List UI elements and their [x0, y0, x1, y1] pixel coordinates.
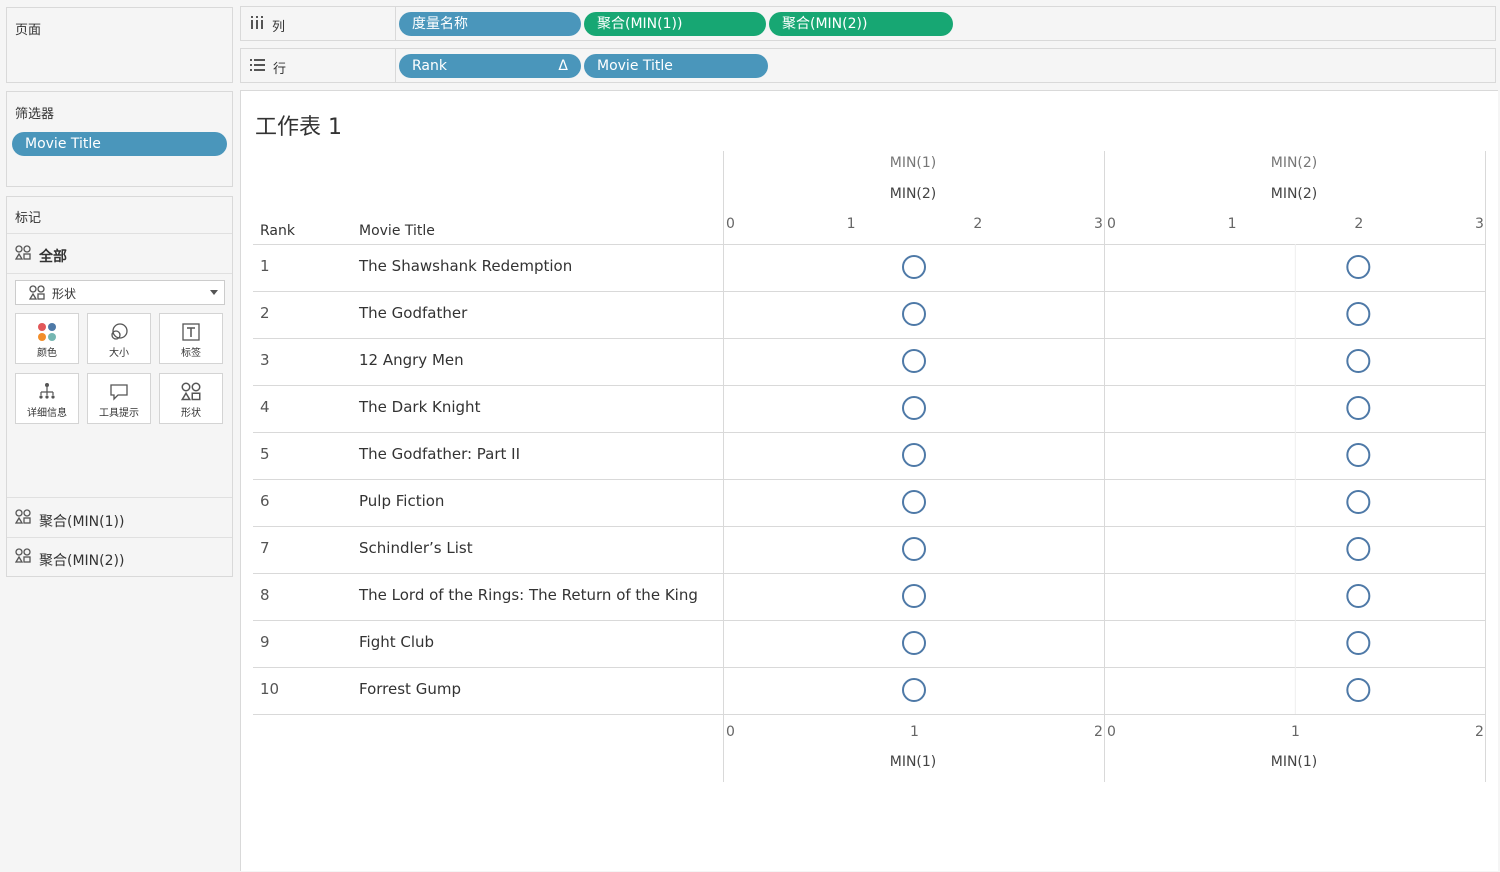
- chevron-down-icon: [210, 290, 218, 295]
- mark-detail-button[interactable]: 详细信息: [15, 373, 79, 424]
- circle-mark[interactable]: [902, 443, 926, 467]
- mark-size-label: 大小: [109, 348, 129, 359]
- mark-detail-label: 详细信息: [27, 408, 67, 419]
- rows-pill-rank[interactable]: Rank Δ: [399, 54, 581, 78]
- circle-mark[interactable]: [902, 396, 926, 420]
- circle-mark[interactable]: [1346, 396, 1371, 420]
- pages-panel[interactable]: 页面: [6, 7, 233, 83]
- circle-mark[interactable]: [1346, 678, 1371, 702]
- mark-size-button[interactable]: 大小: [87, 313, 151, 364]
- columns-pill-min1[interactable]: 聚合(MIN(1)): [584, 12, 766, 36]
- rows-shelf-label: 行: [273, 62, 287, 77]
- mark-label-label: 标签: [181, 348, 201, 359]
- bottom-axis-tick: 1: [910, 724, 919, 740]
- bottom-axis-tick: 2: [1094, 724, 1103, 740]
- circle-mark[interactable]: [1346, 302, 1371, 326]
- mark-shape-button[interactable]: 形状: [159, 373, 223, 424]
- marks-panel[interactable]: 标记 全部 形状 颜色 大小 标签 详细信息 工具提示 形状 聚合(MIN(1)…: [6, 196, 233, 577]
- bottom-axis-tick: 1: [1291, 724, 1300, 740]
- filter-pill-movie-title[interactable]: Movie Title: [12, 132, 227, 156]
- bottom-axis-tick: 0: [726, 724, 735, 740]
- circle-mark[interactable]: [902, 255, 926, 279]
- shelf-divider: [395, 7, 396, 40]
- columns-pill-label: 度量名称: [412, 16, 468, 32]
- tooltip-icon: [110, 384, 128, 401]
- marks-panel-title: 标记: [15, 211, 42, 226]
- mark-tooltip-button[interactable]: 工具提示: [87, 373, 151, 424]
- mark-label-button[interactable]: 标签: [159, 313, 223, 364]
- circle-mark[interactable]: [902, 631, 926, 655]
- rows-icon: [250, 59, 265, 71]
- marks-all-label: 全部: [39, 249, 67, 265]
- worksheet[interactable]: 工作表 1 MIN(1) MIN(2) MIN(2) MIN(2) 012301…: [240, 90, 1498, 871]
- filters-panel-title: 筛选器: [15, 107, 55, 122]
- color-icon: [38, 323, 56, 341]
- shelf-divider: [395, 49, 396, 82]
- mark-type-value: 形状: [52, 287, 77, 301]
- columns-pill-min2[interactable]: 聚合(MIN(2)): [769, 12, 953, 36]
- circle-mark[interactable]: [902, 349, 926, 373]
- rows-pill-label: Movie Title: [597, 58, 673, 74]
- mark-color-button[interactable]: 颜色: [15, 313, 79, 364]
- shapes-icon: [15, 509, 31, 524]
- circle-mark[interactable]: [1346, 631, 1371, 655]
- marks-measure-min2-label: 聚合(MIN(2)): [39, 553, 125, 569]
- bottom-axis-tick: 0: [1107, 724, 1116, 740]
- columns-shelf[interactable]: 列 度量名称 聚合(MIN(1)) 聚合(MIN(2)): [240, 6, 1496, 41]
- circle-mark[interactable]: [1346, 490, 1371, 514]
- circle-mark[interactable]: [902, 490, 926, 514]
- shape-icon: [181, 382, 201, 401]
- bottom-axis-tick: 2: [1475, 724, 1484, 740]
- rows-shelf[interactable]: 行 Rank Δ Movie Title: [240, 48, 1496, 83]
- columns-icon: [251, 16, 263, 29]
- divider: [7, 273, 232, 274]
- columns-pill-label: 聚合(MIN(1)): [597, 16, 683, 32]
- shapes-icon: [29, 285, 45, 300]
- sort-ascending-icon: Δ: [558, 58, 568, 74]
- marks-measure-min1[interactable]: 聚合(MIN(1)): [15, 509, 225, 530]
- label-icon: [182, 323, 200, 341]
- filter-pill-label: Movie Title: [25, 136, 101, 152]
- mark-color-label: 颜色: [37, 348, 57, 359]
- divider: [7, 537, 232, 538]
- filters-panel[interactable]: 筛选器 Movie Title: [6, 91, 233, 187]
- circle-mark[interactable]: [902, 302, 926, 326]
- circle-mark[interactable]: [1346, 349, 1371, 373]
- rows-pill-movie-title[interactable]: Movie Title: [584, 54, 768, 78]
- divider: [7, 497, 232, 498]
- marks-measure-min1-label: 聚合(MIN(1)): [39, 514, 125, 530]
- circle-mark[interactable]: [1346, 443, 1371, 467]
- pane1-bottom-axis-title: MIN(1): [889, 754, 937, 770]
- circle-mark[interactable]: [1346, 584, 1371, 608]
- size-icon: [111, 323, 128, 340]
- circle-mark[interactable]: [1346, 537, 1371, 561]
- columns-shelf-label: 列: [272, 20, 286, 35]
- marks-measure-min2[interactable]: 聚合(MIN(2)): [15, 548, 225, 569]
- shapes-icon: [15, 245, 31, 260]
- detail-icon: [39, 383, 55, 399]
- mark-tooltip-label: 工具提示: [99, 408, 139, 419]
- circle-mark[interactable]: [902, 584, 926, 608]
- rows-pill-label: Rank: [412, 58, 447, 74]
- marks-all-row[interactable]: 全部: [15, 245, 215, 265]
- circle-mark[interactable]: [902, 537, 926, 561]
- circle-mark[interactable]: [902, 678, 926, 702]
- circle-mark[interactable]: [1346, 255, 1371, 279]
- mark-type-dropdown[interactable]: 形状: [15, 280, 225, 305]
- mark-shape-label: 形状: [181, 408, 201, 419]
- pages-panel-title: 页面: [15, 23, 42, 38]
- pane2-bottom-axis-title: MIN(1): [1270, 754, 1318, 770]
- shapes-icon: [15, 548, 31, 563]
- columns-pill-measure-names[interactable]: 度量名称: [399, 12, 581, 36]
- columns-pill-label: 聚合(MIN(2)): [782, 16, 868, 32]
- divider: [7, 233, 232, 234]
